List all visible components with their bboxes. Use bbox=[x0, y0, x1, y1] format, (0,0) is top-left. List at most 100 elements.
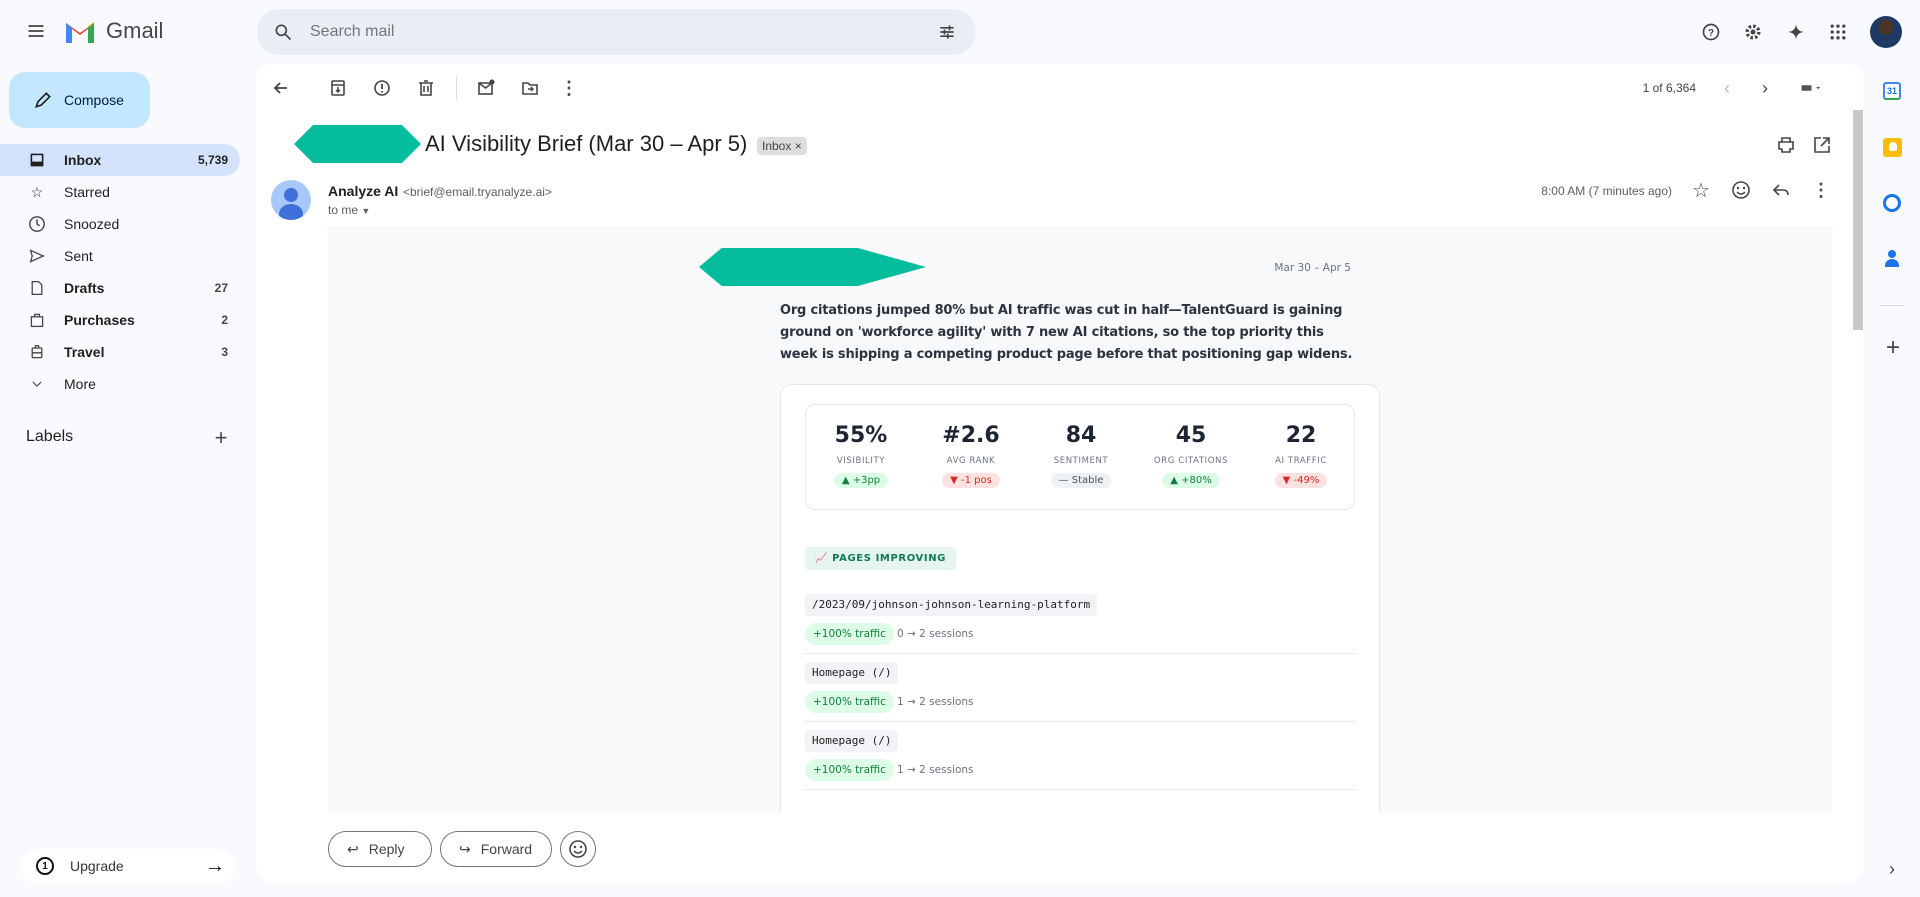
chevron-down-icon bbox=[27, 374, 47, 394]
stat-value: 84 bbox=[1065, 423, 1097, 448]
sidebar-item-label: More bbox=[64, 376, 96, 392]
sidebar-item-snoozed[interactable]: Snoozed bbox=[0, 208, 240, 240]
sidebar-item-label: Sent bbox=[64, 248, 93, 264]
stat-label: ORG CITATIONS bbox=[1154, 456, 1228, 466]
stat-change-badge: ▼ -49% bbox=[1274, 473, 1328, 488]
forward-button[interactable]: ↪ Forward bbox=[440, 831, 552, 867]
sidebar-item-label: Travel bbox=[64, 344, 105, 360]
stat-org-citations: 45 ORG CITATIONS ▲ +80% bbox=[1136, 423, 1246, 488]
arrow-right-icon: → bbox=[205, 854, 225, 877]
help-icon[interactable]: ? bbox=[1698, 19, 1724, 45]
reply-arrow-icon: ↩ bbox=[347, 840, 359, 857]
stat-change-badge: ▲ +3pp bbox=[833, 473, 889, 488]
stat-avg-rank: #2.6 AVG RANK ▼ -1 pos bbox=[916, 423, 1026, 488]
star-icon[interactable]: ☆ bbox=[1691, 180, 1711, 202]
main-menu-icon[interactable] bbox=[24, 19, 48, 43]
keyboard-icon[interactable] bbox=[1793, 80, 1829, 96]
sidebar-item-purchases[interactable]: Purchases 2 bbox=[0, 304, 240, 336]
more-options-icon[interactable]: ⋮ bbox=[1811, 180, 1831, 200]
reply-button[interactable]: ↩ Reply bbox=[328, 831, 432, 867]
remove-label-icon[interactable]: × bbox=[795, 139, 802, 153]
sidebar-item-more[interactable]: More bbox=[0, 368, 240, 400]
sidebar-item-starred[interactable]: ☆ Starred bbox=[0, 176, 240, 208]
open-in-new-window-icon[interactable] bbox=[1812, 135, 1832, 155]
sidebar-item-label: Inbox bbox=[64, 152, 102, 168]
settings-gear-icon[interactable] bbox=[1740, 19, 1766, 45]
calendar-app-icon[interactable]: 31 bbox=[1883, 82, 1901, 100]
stat-change-badge: ▲ +80% bbox=[1162, 473, 1220, 488]
search-input[interactable] bbox=[310, 19, 890, 45]
redacted-sender-logo bbox=[294, 125, 421, 163]
stat-sentiment: 84 SENTIMENT — Stable bbox=[1026, 423, 1136, 488]
print-icon[interactable] bbox=[1776, 135, 1796, 155]
delete-trash-icon[interactable] bbox=[416, 78, 436, 98]
sidebar-item-count: 3 bbox=[221, 345, 228, 359]
upgrade-label: Upgrade bbox=[70, 858, 124, 874]
sidebar-item-count: 2 bbox=[221, 313, 228, 327]
caret-down-icon: ▼ bbox=[361, 206, 371, 216]
upgrade-badge-icon: 1 bbox=[36, 857, 54, 875]
stat-value: 45 bbox=[1175, 423, 1207, 448]
recipient-text: to me bbox=[328, 203, 359, 217]
search-bar[interactable] bbox=[257, 9, 976, 55]
app-name: Gmail bbox=[106, 18, 164, 43]
search-options-icon[interactable] bbox=[935, 20, 959, 44]
scrollbar-thumb[interactable] bbox=[1853, 110, 1863, 330]
send-icon bbox=[27, 246, 47, 266]
emoji-reaction-icon[interactable] bbox=[1731, 180, 1751, 200]
contacts-app-icon[interactable] bbox=[1885, 250, 1899, 268]
sender-name[interactable]: Analyze AI bbox=[328, 183, 398, 199]
sidebar-item-label: Starred bbox=[64, 184, 110, 200]
clock-icon bbox=[27, 214, 47, 234]
sender-avatar bbox=[271, 180, 311, 220]
row-divider bbox=[805, 789, 1355, 790]
pages-improving-heading: 📈 PAGES IMPROVING bbox=[805, 547, 956, 570]
traffic-change-badge: +100% traffic bbox=[805, 759, 894, 781]
star-icon: ☆ bbox=[30, 183, 44, 200]
next-chevron-icon[interactable]: › bbox=[1755, 78, 1775, 98]
apps-grid-icon[interactable] bbox=[1825, 19, 1851, 45]
sessions-text: 1 → 2 sessions bbox=[897, 696, 974, 708]
suitcase-icon bbox=[27, 342, 47, 362]
move-to-icon[interactable] bbox=[520, 78, 540, 98]
back-arrow-icon[interactable] bbox=[271, 78, 291, 98]
stat-visibility: 55% VISIBILITY ▲ +3pp bbox=[806, 423, 916, 488]
emoji-reaction-button[interactable] bbox=[560, 831, 596, 867]
sidebar-item-count: 27 bbox=[214, 281, 228, 295]
account-avatar[interactable] bbox=[1870, 16, 1902, 48]
inbox-label-chip[interactable]: Inbox × bbox=[757, 137, 807, 155]
traffic-change-badge: +100% traffic bbox=[805, 623, 894, 645]
row-divider bbox=[805, 653, 1355, 654]
compose-label: Compose bbox=[64, 92, 124, 108]
previous-chevron-icon[interactable]: ‹ bbox=[1717, 78, 1737, 98]
forward-arrow-icon: ↪ bbox=[459, 840, 471, 857]
gmail-logo[interactable] bbox=[64, 19, 96, 43]
sidebar-item-inbox[interactable]: Inbox 5,739 bbox=[0, 144, 240, 176]
mark-unread-icon[interactable] bbox=[476, 78, 496, 98]
sidebar-item-travel[interactable]: Travel 3 bbox=[0, 336, 240, 368]
get-addons-plus-icon[interactable]: + bbox=[1882, 334, 1904, 361]
keep-app-icon[interactable] bbox=[1883, 138, 1902, 157]
stats-panel: 55% VISIBILITY ▲ +3pp #2.6 AVG RANK ▼ -1 pos… bbox=[805, 404, 1355, 510]
sidebar-item-label: Snoozed bbox=[64, 216, 120, 232]
bag-icon bbox=[27, 310, 47, 330]
compose-button[interactable]: Compose bbox=[9, 72, 150, 128]
report-spam-icon[interactable] bbox=[372, 78, 392, 98]
expand-panel-chevron-icon[interactable]: › bbox=[1882, 859, 1902, 879]
sidebar-item-count: 5,739 bbox=[197, 153, 228, 167]
search-icon[interactable] bbox=[271, 20, 295, 44]
smiley-icon bbox=[569, 840, 587, 858]
archive-icon[interactable] bbox=[328, 78, 348, 98]
more-vert-icon[interactable]: ⋮ bbox=[559, 78, 579, 98]
sidebar-item-sent[interactable]: Sent bbox=[0, 240, 240, 272]
row-divider bbox=[805, 721, 1355, 722]
gemini-icon[interactable] bbox=[1783, 19, 1809, 45]
pencil-icon bbox=[33, 90, 53, 110]
stat-ai-traffic: 22 AI TRAFFIC ▼ -49% bbox=[1246, 423, 1356, 488]
reply-icon[interactable] bbox=[1771, 180, 1791, 200]
upgrade-button[interactable]: 1 Upgrade → bbox=[20, 849, 236, 883]
sidebar-item-drafts[interactable]: Drafts 27 bbox=[0, 272, 240, 304]
tasks-app-icon[interactable] bbox=[1883, 194, 1901, 212]
add-label-icon[interactable]: + bbox=[210, 425, 232, 450]
recipient-dropdown[interactable]: to me ▼ bbox=[328, 203, 370, 217]
